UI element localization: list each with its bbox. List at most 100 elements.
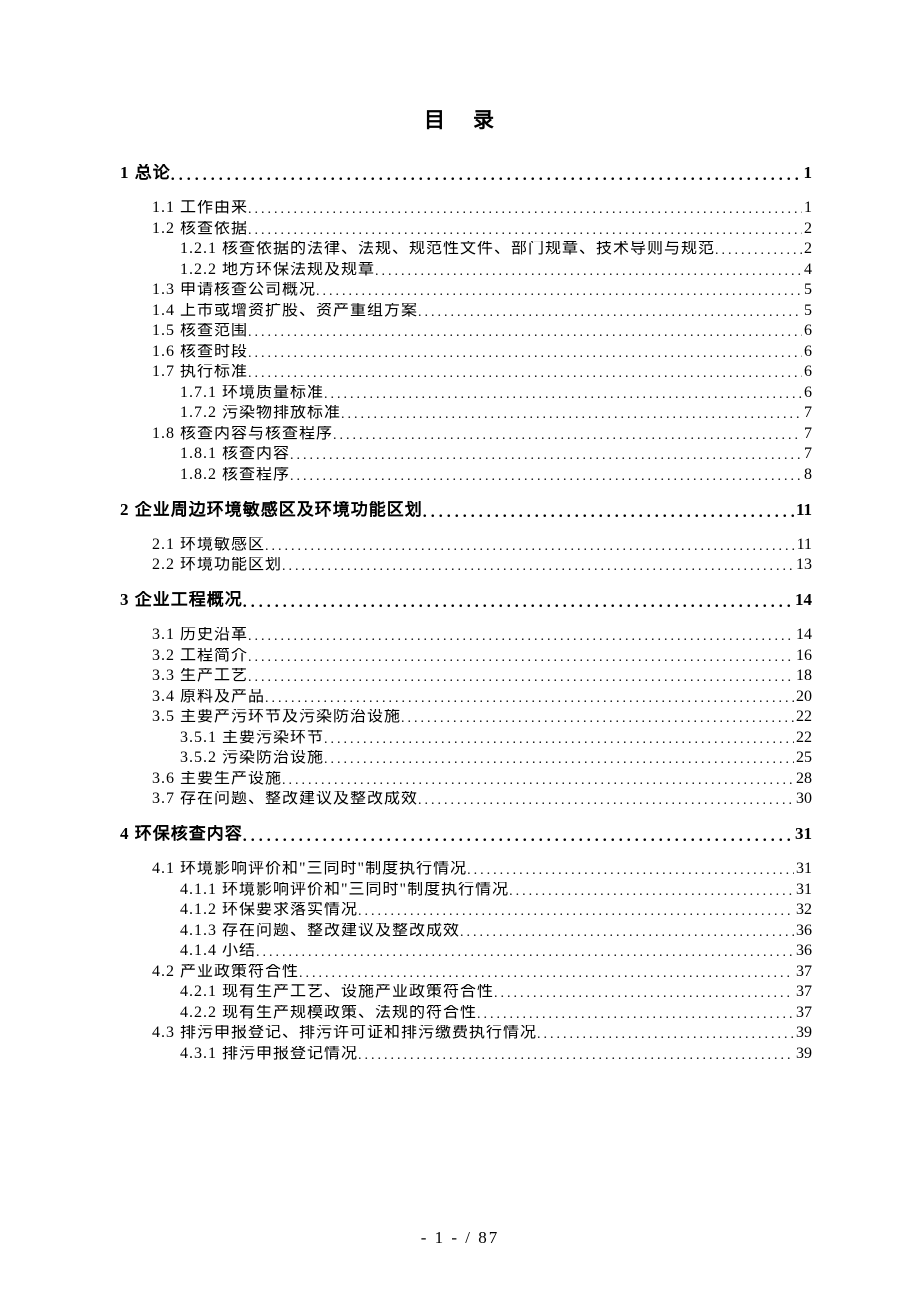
toc-entry: 2.1 环境敏感区11 bbox=[120, 537, 812, 553]
toc-dots bbox=[290, 449, 802, 462]
toc-entry-page: 39 bbox=[794, 1046, 812, 1062]
toc-entry-page: 6 bbox=[802, 385, 812, 401]
toc-entry-label: 1 总论 bbox=[120, 164, 171, 181]
toc-entry-page: 1 bbox=[802, 164, 813, 181]
toc-entry-label: 1.5 核查范围 bbox=[152, 323, 248, 339]
toc-entry-page: 13 bbox=[794, 557, 812, 573]
toc-dots bbox=[171, 168, 802, 182]
toc-entry-label: 2 企业周边环境敏感区及环境功能区划 bbox=[120, 501, 423, 518]
toc-entry-label: 3.5.1 主要污染环节 bbox=[180, 730, 324, 746]
toc-entry-page: 36 bbox=[794, 923, 812, 939]
toc-entry-label: 1.3 申请核查公司概况 bbox=[152, 282, 316, 298]
toc-entry-label: 4.3 排污申报登记、排污许可证和排污缴费执行情况 bbox=[152, 1025, 537, 1041]
toc-entry: 1.3 申请核查公司概况5 bbox=[120, 282, 812, 298]
toc-entry-label: 1.1 工作由来 bbox=[152, 200, 248, 216]
toc-entry-page: 5 bbox=[802, 303, 812, 319]
toc-entry: 1.2.2 地方环保法规及规章4 bbox=[120, 262, 812, 278]
toc-entry: 1.6 核查时段 6 bbox=[120, 344, 812, 360]
toc-entry-page: 16 bbox=[794, 648, 812, 664]
toc-list: 1 总论11.1 工作由来11.2 核查依据21.2.1 核查依据的法律、法规、… bbox=[120, 164, 812, 1062]
toc-entry: 2 企业周边环境敏感区及环境功能区划11 bbox=[120, 501, 812, 519]
toc-entry-label: 4.3.1 排污申报登记情况 bbox=[180, 1046, 358, 1062]
toc-dots bbox=[248, 367, 802, 380]
toc-entry-label: 3.5.2 污染防治设施 bbox=[180, 750, 324, 766]
document-page: 目录 1 总论11.1 工作由来11.2 核查依据21.2.1 核查依据的法律、… bbox=[0, 0, 920, 1302]
toc-dots bbox=[282, 560, 794, 573]
toc-entry-page: 18 bbox=[794, 668, 812, 684]
toc-entry-label: 4.2.1 现有生产工艺、设施产业政策符合性 bbox=[180, 984, 494, 1000]
toc-entry-page: 6 bbox=[802, 364, 812, 380]
toc-entry: 1.8 核查内容与核查程序7 bbox=[120, 426, 812, 442]
toc-entry-page: 2 bbox=[802, 241, 812, 257]
toc-dots bbox=[341, 408, 802, 421]
toc-entry: 1.5 核查范围6 bbox=[120, 323, 812, 339]
toc-entry-label: 4.1.3 存在问题、整改建议及整改成效 bbox=[180, 923, 460, 939]
toc-dots bbox=[509, 885, 794, 898]
toc-entry-page: 22 bbox=[794, 709, 812, 725]
toc-entry: 4.1 环境影响评价和"三同时"制度执行情况31 bbox=[120, 861, 812, 877]
toc-entry: 3.3 生产工艺18 bbox=[120, 668, 812, 684]
toc-dots bbox=[715, 244, 802, 257]
toc-entry-label: 4.1.4 小结 bbox=[180, 943, 256, 959]
toc-dots bbox=[243, 595, 793, 609]
toc-title: 目录 bbox=[134, 104, 812, 134]
toc-entry: 3.6 主要生产设施28 bbox=[120, 771, 812, 787]
toc-dots bbox=[248, 671, 794, 684]
toc-entry: 4.1.2 环保要求落实情况32 bbox=[120, 902, 812, 918]
toc-entry-page: 2 bbox=[802, 221, 812, 237]
toc-entry-label: 3 企业工程概况 bbox=[120, 591, 243, 608]
toc-entry-label: 3.7 存在问题、整改建议及整改成效 bbox=[152, 791, 418, 807]
toc-entry: 4.2 产业政策符合性37 bbox=[120, 964, 812, 980]
toc-entry-page: 22 bbox=[794, 730, 812, 746]
toc-entry: 1.4 上市或增资扩股、资产重组方案 5 bbox=[120, 303, 812, 319]
toc-dots bbox=[477, 1008, 794, 1021]
toc-dots bbox=[418, 306, 802, 319]
toc-dots bbox=[460, 926, 794, 939]
toc-entry: 4.1.1 环境影响评价和"三同时"制度执行情况31 bbox=[120, 882, 812, 898]
toc-entry-label: 4.2.2 现有生产规模政策、法规的符合性 bbox=[180, 1005, 477, 1021]
toc-dots bbox=[418, 794, 794, 807]
toc-dots bbox=[333, 429, 802, 442]
toc-entry: 3.5 主要产污环节及污染防治设施 22 bbox=[120, 709, 812, 725]
toc-entry-page: 20 bbox=[794, 689, 812, 705]
toc-dots bbox=[358, 905, 794, 918]
toc-entry-page: 14 bbox=[794, 627, 812, 643]
toc-entry-label: 2.1 环境敏感区 bbox=[152, 537, 265, 553]
toc-entry-page: 30 bbox=[794, 791, 812, 807]
toc-entry-label: 1.8.2 核查程序 bbox=[180, 467, 290, 483]
toc-dots bbox=[265, 540, 795, 553]
toc-entry: 2.2 环境功能区划 13 bbox=[120, 557, 812, 573]
toc-dots bbox=[494, 987, 794, 1000]
toc-entry-label: 1.7.1 环境质量标准 bbox=[180, 385, 324, 401]
toc-entry-label: 3.5 主要产污环节及污染防治设施 bbox=[152, 709, 401, 725]
toc-entry-label: 2.2 环境功能区划 bbox=[152, 557, 282, 573]
toc-entry-label: 3.4 原料及产品 bbox=[152, 689, 265, 705]
toc-entry: 1.2 核查依据 2 bbox=[120, 221, 812, 237]
toc-dots bbox=[248, 326, 802, 339]
toc-dots bbox=[256, 946, 794, 959]
toc-entry-label: 4.1.2 环保要求落实情况 bbox=[180, 902, 358, 918]
toc-entry: 4.3.1 排污申报登记情况 39 bbox=[120, 1046, 812, 1062]
toc-entry-page: 6 bbox=[802, 344, 812, 360]
toc-entry: 3.7 存在问题、整改建议及整改成效 30 bbox=[120, 791, 812, 807]
toc-entry-label: 3.6 主要生产设施 bbox=[152, 771, 282, 787]
toc-entry: 4.1.3 存在问题、整改建议及整改成效 36 bbox=[120, 923, 812, 939]
toc-entry-label: 1.6 核查时段 bbox=[152, 344, 248, 360]
toc-dots bbox=[290, 470, 802, 483]
toc-entry-page: 31 bbox=[794, 882, 812, 898]
toc-entry-label: 1.7.2 污染物排放标准 bbox=[180, 405, 341, 421]
toc-entry-label: 3.2 工程简介 bbox=[152, 648, 248, 664]
toc-dots bbox=[467, 864, 794, 877]
toc-entry-label: 1.4 上市或增资扩股、资产重组方案 bbox=[152, 303, 418, 319]
toc-entry-page: 25 bbox=[794, 750, 812, 766]
toc-entry-page: 8 bbox=[802, 467, 812, 483]
toc-dots bbox=[248, 651, 794, 664]
toc-entry-label: 1.2 核查依据 bbox=[152, 221, 248, 237]
toc-entry-page: 37 bbox=[794, 984, 812, 1000]
toc-entry: 3.5.2 污染防治设施 25 bbox=[120, 750, 812, 766]
toc-entry-page: 39 bbox=[794, 1025, 812, 1041]
toc-entry-label: 1.2.2 地方环保法规及规章 bbox=[180, 262, 375, 278]
toc-dots bbox=[243, 829, 793, 843]
toc-entry-page: 7 bbox=[802, 426, 812, 442]
toc-entry-page: 7 bbox=[802, 405, 812, 421]
